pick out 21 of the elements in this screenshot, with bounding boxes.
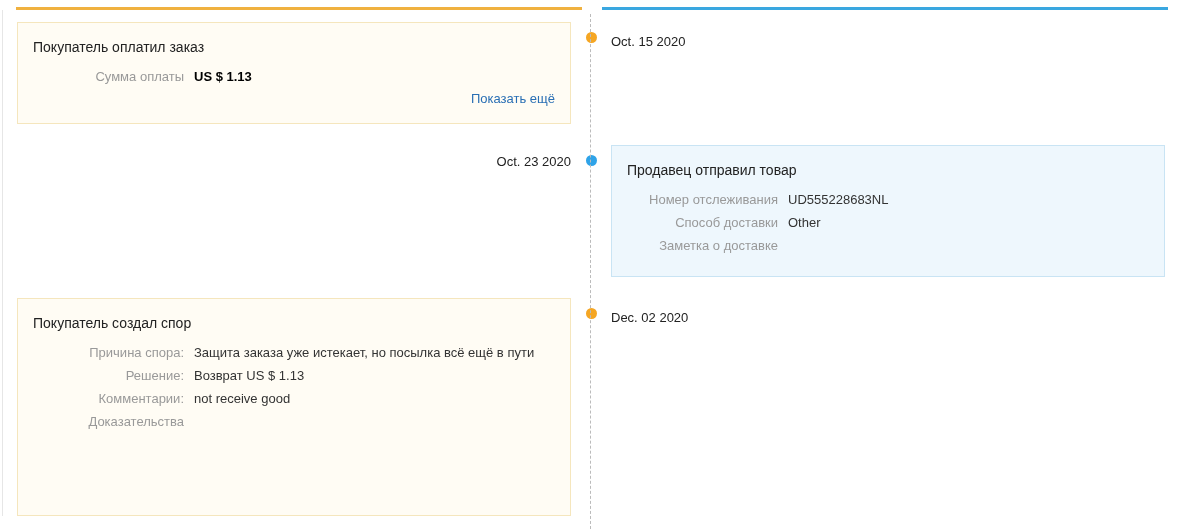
field-value: US $ 1.13 xyxy=(194,68,252,86)
field-label: Решение: xyxy=(124,367,184,385)
show-more-link[interactable]: Показать ещё xyxy=(470,89,555,109)
field-label: Номер отслеживания xyxy=(648,191,778,209)
field-value: Защита заказа уже истекает, но посылка всё ещё в пути xyxy=(194,344,535,362)
field-label: Сумма оплаты xyxy=(94,68,184,86)
field-label: Причина спора: xyxy=(88,344,184,362)
event-date: Dec. 02 2020 xyxy=(611,310,689,325)
field-label: Комментарии: xyxy=(97,390,184,408)
event-title: Продавец отправил товар xyxy=(627,161,798,180)
field-value: Other xyxy=(788,214,821,232)
field-value: Возврат US $ 1.13 xyxy=(194,367,305,385)
event-date: Oct. 23 2020 xyxy=(496,153,571,171)
event-date: Oct. 15 2020 xyxy=(611,34,686,49)
field-label: Способ доставки xyxy=(674,214,778,232)
field-value: not receive good xyxy=(194,390,291,408)
event-title: Покупатель оплатил заказ xyxy=(33,38,206,57)
field-value: UD555228683NL xyxy=(788,191,889,209)
field-label: Заметка о доставке xyxy=(658,237,778,255)
event-title: Покупатель создал спор xyxy=(33,314,193,333)
field-label: Доказательства xyxy=(87,413,184,431)
